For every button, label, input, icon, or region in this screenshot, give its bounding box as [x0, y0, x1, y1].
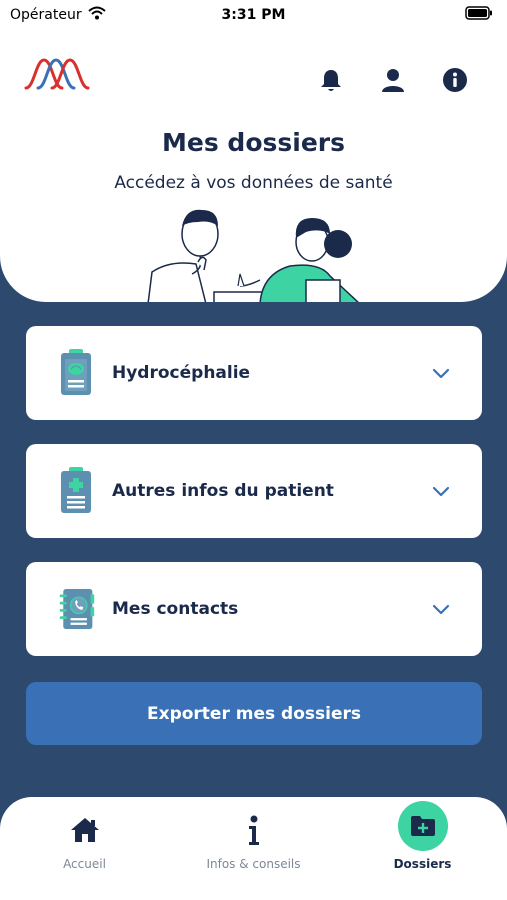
dossier-card-autres-infos[interactable]: Autres infos du patient — [26, 444, 482, 538]
dossier-card-label: Mes contacts — [112, 599, 239, 619]
tab-dossiers[interactable]: Dossiers — [348, 801, 498, 871]
dossier-card-label: Hydrocéphalie — [112, 363, 251, 383]
tab-infos-conseils[interactable]: Infos & conseils — [179, 811, 329, 871]
app-logo — [24, 54, 90, 98]
dossier-card-contacts[interactable]: Mes contacts — [26, 562, 482, 656]
folder-plus-icon-wrapper — [397, 801, 448, 851]
status-bar: Opérateur 3:31 PM — [0, 0, 507, 30]
medical-clipboard-icon — [56, 465, 96, 517]
tab-label: Accueil — [63, 857, 106, 871]
battery-icon — [465, 6, 493, 24]
page-title: Mes dossiers — [162, 128, 345, 157]
tab-label: Infos & conseils — [206, 857, 301, 871]
wifi-icon — [87, 6, 106, 24]
info-i-icon — [246, 811, 262, 849]
dossier-list: Hydrocéphalie Autres infos du patient Me… — [26, 326, 482, 680]
tab-bar: Accueil Infos & conseils Dossiers — [0, 797, 507, 900]
chevron-down-icon[interactable] — [430, 362, 452, 384]
dossier-card-label: Autres infos du patient — [112, 481, 334, 501]
home-icon — [69, 811, 101, 849]
dossier-card-hydrocephalie[interactable]: Hydrocéphalie — [26, 326, 482, 420]
header: Mes dossiers Accédez à vos données de sa… — [0, 30, 507, 302]
folder-plus-icon — [397, 801, 448, 851]
tab-accueil[interactable]: Accueil — [10, 811, 160, 871]
chevron-down-icon[interactable] — [430, 598, 452, 620]
tab-label: Dossiers — [393, 857, 452, 871]
phone-book-icon — [56, 583, 96, 635]
user-icon[interactable] — [379, 66, 407, 94]
brain-clipboard-icon — [56, 347, 96, 399]
export-dossiers-button[interactable]: Exporter mes dossiers — [26, 682, 482, 745]
info-icon[interactable] — [441, 66, 469, 94]
chevron-down-icon[interactable] — [430, 480, 452, 502]
bell-icon[interactable] — [317, 66, 345, 94]
page-subtitle: Accédez à vos données de santé — [114, 173, 393, 193]
carrier-name: Opérateur — [10, 7, 82, 23]
doctor-patient-illustration — [140, 204, 370, 302]
